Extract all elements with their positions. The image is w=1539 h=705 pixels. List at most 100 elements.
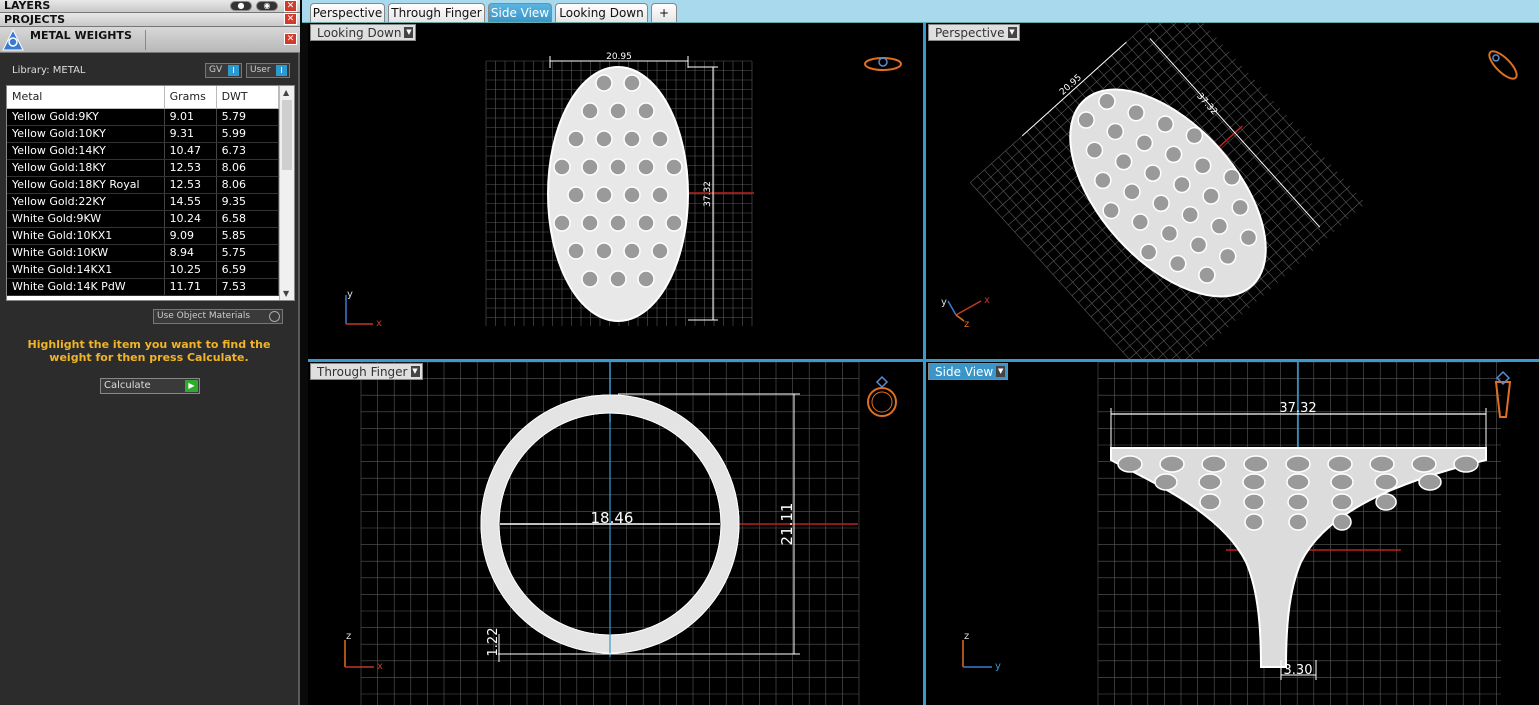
table-row[interactable]: White Gold:9KW 10.24 6.58	[7, 210, 280, 228]
close-icon[interactable]: ✕	[284, 0, 297, 12]
cell-metal: Yellow Gold:22KY	[7, 193, 165, 211]
table-row[interactable]: Yellow Gold:18KY 12.53 8.06	[7, 159, 280, 177]
tab-perspective[interactable]: Perspective	[310, 3, 385, 22]
close-icon[interactable]: ✕	[284, 33, 297, 45]
chevron-down-icon[interactable]: ▼	[1007, 27, 1017, 38]
viewport-label-side-view[interactable]: Side View ▼	[928, 363, 1009, 380]
metal-table-body: Yellow Gold:9KY 9.01 5.79 Yellow Gold:10KY 9…	[7, 108, 280, 296]
axis-x-label: x	[376, 318, 382, 329]
table-row[interactable]: Yellow Gold:22KY 14.55 9.35	[7, 193, 280, 211]
close-icon[interactable]: ✕	[284, 13, 297, 25]
metal-table: Metal Grams DWT Yellow Gold:9KY 9.01 5.79 Y…	[6, 85, 295, 301]
eye-icon[interactable]: ◉	[256, 1, 278, 11]
ring-top-shape[interactable]	[1034, 55, 1302, 332]
cell-metal: White Gold:14K PdW	[7, 278, 165, 296]
axis-x-label: x	[984, 295, 990, 306]
table-row[interactable]: Yellow Gold:9KY 9.01 5.79	[7, 108, 280, 126]
viewport-label-perspective[interactable]: Perspective ▼	[928, 24, 1020, 41]
tab-side-view[interactable]: Side View	[488, 3, 552, 22]
axis-z-label: z	[964, 631, 969, 642]
height-dimension-label: 21.11	[778, 503, 796, 546]
metal-weights-title: METAL WEIGHTS	[30, 29, 132, 42]
viewport-perspective[interactable]: 20.95 37.32 y x z Perspective ▼	[926, 23, 1539, 359]
layers-visibility-toggle[interactable]: ●	[230, 1, 252, 11]
user-label: User	[250, 65, 271, 75]
viewport-label-looking-down[interactable]: Looking Down ▼	[310, 24, 417, 41]
user-toggle[interactable]: User I	[246, 63, 290, 78]
scroll-up-icon[interactable]: ▲	[283, 88, 289, 97]
ring-thumbnail-icon[interactable]	[1485, 47, 1520, 82]
table-row[interactable]: Yellow Gold:14KY 10.47 6.73	[7, 142, 280, 160]
cell-grams: 12.53	[164, 176, 217, 194]
column-header-metal[interactable]: Metal	[7, 86, 165, 109]
axis-z-label: z	[964, 319, 969, 330]
gv-toggle[interactable]: GV I	[205, 63, 242, 78]
calculate-button[interactable]: Calculate ▶	[100, 378, 200, 394]
cell-grams: 10.47	[164, 142, 217, 160]
calculate-label: Calculate	[104, 380, 151, 391]
cell-grams: 14.55	[164, 193, 217, 211]
axis-y-label: y	[347, 289, 353, 300]
column-header-dwt[interactable]: DWT	[216, 86, 280, 109]
side-view-canvas[interactable]: 37.32 3.30 z y	[926, 362, 1539, 705]
viewport-label-through-finger[interactable]: Through Finger ▼	[310, 363, 423, 380]
chevron-down-icon[interactable]: ▼	[996, 366, 1006, 377]
width-dimension-label: 20.95	[606, 52, 632, 62]
bottom-dimension-label: 3.30	[1284, 663, 1313, 678]
metal-weights-header: METAL WEIGHTS ✕	[0, 27, 300, 53]
scroll-thumb[interactable]	[282, 100, 292, 170]
layers-header[interactable]: LAYERS ● ◉ ✕	[0, 0, 300, 13]
tab-looking-down[interactable]: Looking Down	[555, 3, 648, 22]
cell-metal: Yellow Gold:18KY Royal	[7, 176, 165, 194]
layers-title: LAYERS	[4, 0, 51, 12]
cell-metal: White Gold:14KX1	[7, 261, 165, 279]
app-window: LAYERS ● ◉ ✕ PROJECTS ✕ METAL WEIGHTS ✕ …	[0, 0, 1539, 705]
perspective-canvas[interactable]: 20.95 37.32 y x z	[926, 23, 1539, 359]
cell-dwt: 5.75	[216, 244, 280, 262]
through-finger-canvas[interactable]: 18.46 21.11 1.22 z x	[308, 362, 923, 705]
view-tab-bar: Perspective Through Finger Side View Loo…	[302, 0, 1539, 23]
ring-thumbnail-icon[interactable]	[867, 375, 897, 417]
cell-metal: Yellow Gold:14KY	[7, 142, 165, 160]
ring-thumbnail-icon[interactable]	[1494, 370, 1512, 418]
viewport-through-finger[interactable]: 18.46 21.11 1.22 z x Through Finger ▼	[308, 362, 923, 705]
table-row[interactable]: Yellow Gold:10KY 9.31 5.99	[7, 125, 280, 143]
use-object-materials-toggle[interactable]: Use Object Materials	[153, 309, 283, 324]
scroll-down-icon[interactable]: ▼	[283, 289, 289, 298]
ring-thumbnail-icon[interactable]	[864, 57, 902, 71]
cell-dwt: 7.53	[216, 278, 280, 296]
table-scrollbar[interactable]: ▲ ▼	[279, 86, 294, 300]
width-dimension-label: 20.95	[1058, 73, 1084, 98]
table-row[interactable]: White Gold:14K PdW 11.71 7.53	[7, 278, 280, 296]
table-row[interactable]: White Gold:14KX1 10.25 6.59	[7, 261, 280, 279]
viewport-looking-down[interactable]: 20.95 37.32 y x Looking Down ▼	[308, 23, 923, 359]
table-row[interactable]: White Gold:10KX1 9.09 5.85	[7, 227, 280, 245]
table-row[interactable]: White Gold:10KW 8.94 5.75	[7, 244, 280, 262]
cell-metal: Yellow Gold:9KY	[7, 108, 165, 126]
viewport-side-view[interactable]: 37.32 3.30 z y Side View ▼	[926, 362, 1539, 705]
left-panel: LAYERS ● ◉ ✕ PROJECTS ✕ METAL WEIGHTS ✕ …	[0, 0, 300, 705]
cell-dwt: 6.59	[216, 261, 280, 279]
metal-weights-icon	[2, 28, 24, 51]
user-switch-icon: I	[276, 65, 287, 76]
axis-x-label: x	[377, 661, 383, 672]
chevron-down-icon[interactable]: ▼	[404, 27, 414, 38]
projects-header[interactable]: PROJECTS ✕	[0, 13, 300, 27]
chevron-down-icon[interactable]: ▼	[410, 366, 420, 377]
cell-grams: 9.31	[164, 125, 217, 143]
axis-gizmo: y x	[345, 289, 382, 329]
cell-grams: 10.24	[164, 210, 217, 228]
viewport-label-text: Perspective	[935, 26, 1005, 40]
cell-metal: White Gold:10KW	[7, 244, 165, 262]
instruction-text: Highlight the item you want to find the …	[27, 338, 271, 364]
column-header-grams[interactable]: Grams	[164, 86, 217, 109]
play-icon: ▶	[185, 380, 198, 392]
axis-gizmo: z x	[344, 631, 383, 672]
add-tab-button[interactable]: +	[651, 3, 677, 22]
tab-through-finger[interactable]: Through Finger	[388, 3, 485, 22]
perspective-model: 20.95 37.32	[970, 23, 1363, 359]
table-row[interactable]: Yellow Gold:18KY Royal 12.53 8.06	[7, 176, 280, 194]
gv-switch-icon: I	[228, 65, 239, 76]
looking-down-canvas[interactable]: 20.95 37.32 y x	[308, 23, 923, 359]
cell-dwt: 5.99	[216, 125, 280, 143]
